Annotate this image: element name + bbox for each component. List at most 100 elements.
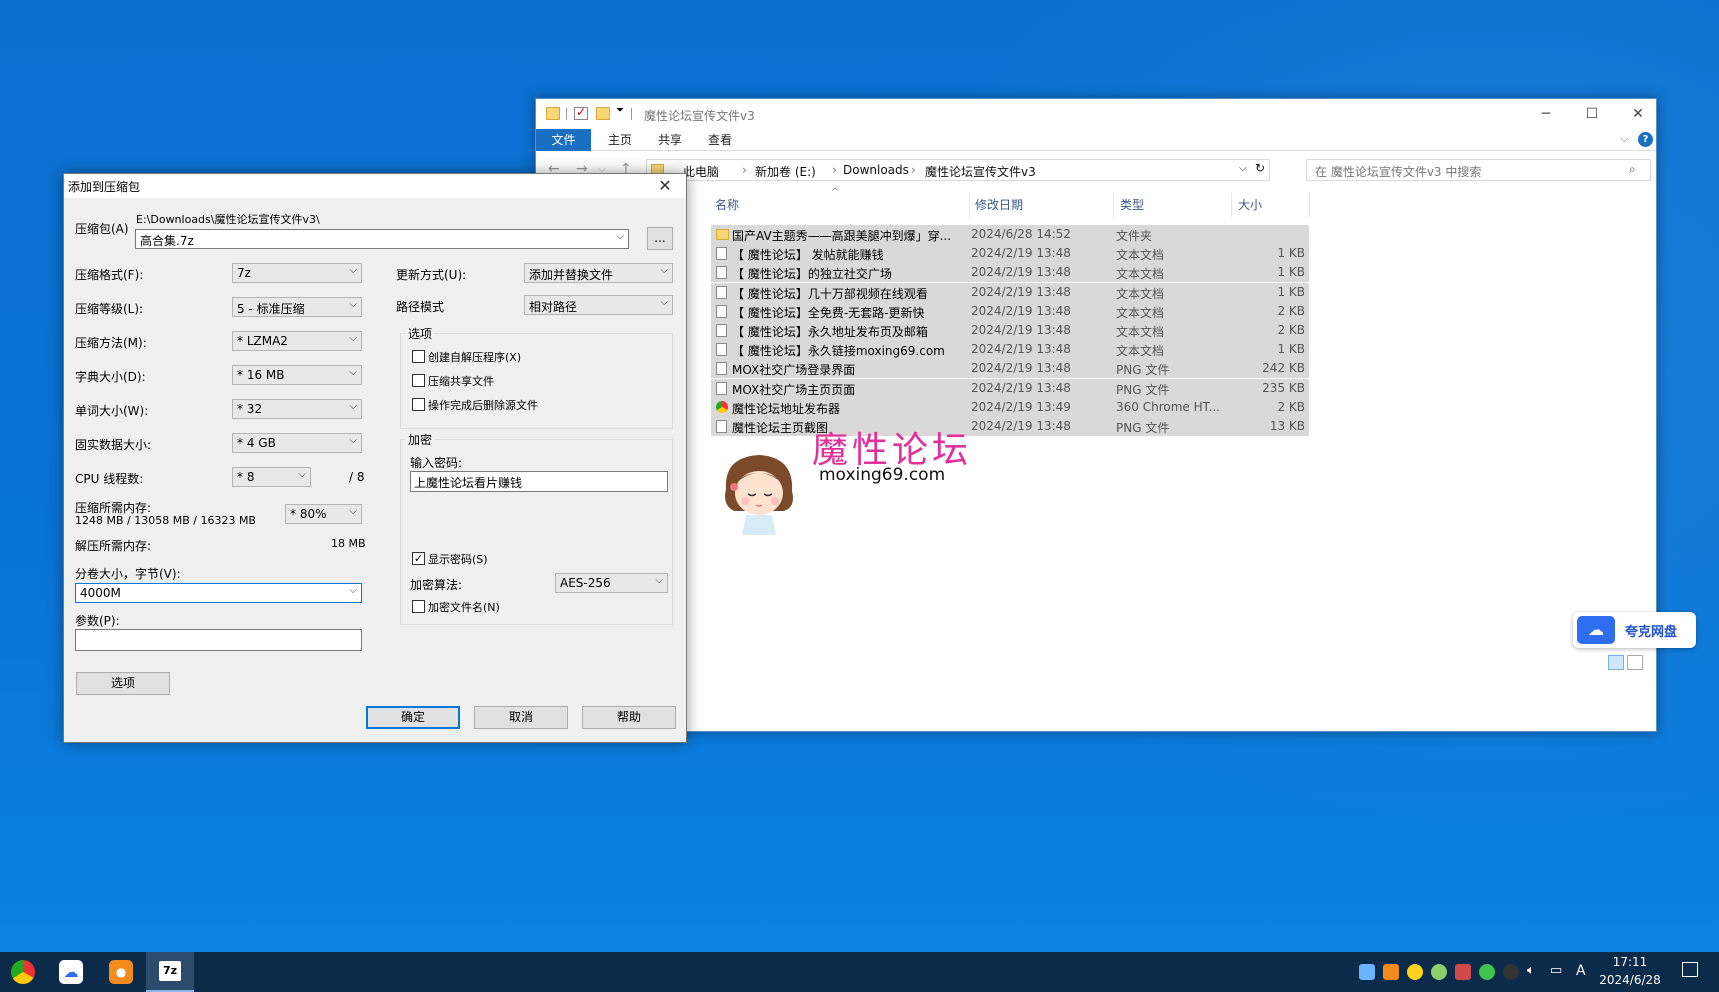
column-name[interactable]: 名称 [711, 193, 739, 217]
quark-cloud-icon[interactable]: ☁ [59, 960, 83, 984]
params-field[interactable] [75, 629, 362, 651]
file-name: 【 魔性论坛】永久地址发布页及邮箱 [732, 325, 928, 339]
large-icons-view-icon[interactable] [1627, 655, 1643, 670]
clock-date[interactable]: 2024/6/28 [1595, 973, 1665, 987]
text-file-icon [716, 304, 727, 318]
dict-select[interactable]: * 16 MB [232, 365, 362, 385]
taskbar-7zip-active[interactable]: 7z [146, 952, 194, 992]
file-row[interactable]: 【 魔性论坛】全免费-无套路-更新快 2024/2/19 13:48 文本文档 2 K… [711, 301, 1309, 321]
dialog-title: 添加到压缩包 [64, 174, 686, 198]
tray-green-icon[interactable] [1431, 964, 1447, 980]
notification-icon[interactable] [1682, 962, 1698, 977]
file-date: 2024/2/19 13:48 [971, 380, 1071, 395]
file-row[interactable]: 魔性论坛地址发布器 2024/2/19 13:49 360 Chrome HT...… [711, 397, 1309, 417]
file-date: 2024/2/19 13:48 [971, 361, 1071, 376]
expand-ribbon-icon[interactable]: ⌵ [1620, 132, 1628, 146]
file-row[interactable]: 【 魔性论坛】 发帖就能赚钱 2024/2/19 13:48 文本文档 1 KB [711, 244, 1309, 264]
wechat-icon[interactable] [1479, 964, 1495, 980]
file-row[interactable]: 国产AV主题秀——高跟美腿冲到爆」穿... 2024/6/28 14:52 文件夹 [711, 225, 1309, 244]
qq-icon[interactable] [1503, 964, 1519, 980]
column-date[interactable]: 修改日期 [971, 193, 1023, 217]
quark-netdisk-widget[interactable]: ☁ 夸克网盘 [1573, 612, 1696, 648]
shared-files-checkbox[interactable] [412, 374, 425, 387]
password-field[interactable]: 上魔性论坛看片赚钱 [410, 471, 668, 492]
refresh-icon[interactable]: ↻ [1255, 161, 1265, 175]
tray-app-icon[interactable] [1383, 964, 1399, 980]
method-select[interactable]: * LZMA2 [232, 331, 362, 351]
update-mode-select[interactable]: 添加并替换文件 [524, 263, 673, 283]
address-dropdown-icon[interactable]: ⌵ [1239, 163, 1247, 174]
minimize-button[interactable]: ─ [1523, 103, 1569, 125]
tray-cloud-icon[interactable] [1359, 964, 1375, 980]
file-row[interactable]: 魔性论坛主页截图 2024/2/19 13:48 PNG 文件 13 KB [711, 417, 1309, 436]
delete-after-checkbox[interactable] [412, 398, 425, 411]
tab-view[interactable]: 查看 [696, 129, 744, 151]
solid-select[interactable]: * 4 GB [232, 433, 362, 453]
file-date: 2024/2/19 13:48 [971, 265, 1071, 280]
file-size: 2 KB [1277, 399, 1305, 414]
show-password-checkbox[interactable]: ✓ [412, 552, 425, 565]
details-view-icon[interactable] [1608, 655, 1624, 670]
path-mode-select[interactable]: 相对路径 [524, 295, 673, 315]
add-to-archive-dialog[interactable]: 添加到压缩包 ✕ 压缩包(A) E:\Downloads\魔性论坛宣传文件v3\… [63, 173, 687, 743]
file-row[interactable]: 【 魔性论坛】几十万部视频在线观看 2024/2/19 13:48 文本文档 1 KB [711, 282, 1309, 302]
ok-button[interactable]: 确定 [366, 706, 460, 729]
file-explorer-window[interactable]: ⏷ 魔性论坛宣传文件v3 ─ ☐ ✕ 文件 主页 共享 查看 ⌵ ? ← → ⌵… [535, 98, 1657, 732]
decomp-value: 18 MB [331, 537, 366, 550]
cpu-select[interactable]: * 8 [232, 467, 311, 487]
explorer-titlebar[interactable]: ⏷ 魔性论坛宣传文件v3 ─ ☐ ✕ [536, 99, 1656, 129]
cancel-button[interactable]: 取消 [474, 706, 568, 729]
word-select[interactable]: * 32 [232, 399, 362, 419]
browser-360-icon[interactable] [11, 960, 35, 984]
enc-method-select[interactable]: AES-256 [555, 573, 668, 593]
help-icon[interactable]: ? [1638, 132, 1653, 147]
file-row[interactable]: MOX社交广场登录界面 2024/2/19 13:48 PNG 文件 242 KB [711, 359, 1309, 379]
file-row[interactable]: 【 魔性论坛】的独立社交广场 2024/2/19 13:48 文本文档 1 KB [711, 263, 1309, 283]
help-button[interactable]: 帮助 [582, 706, 676, 729]
tray-plus-icon[interactable] [1407, 964, 1423, 980]
network-icon[interactable]: ▭ [1550, 963, 1562, 978]
new-folder-icon[interactable] [596, 107, 610, 120]
format-select[interactable]: 7z [232, 263, 362, 283]
browse-button[interactable]: ... [647, 227, 673, 250]
column-type[interactable]: 类型 [1116, 193, 1144, 217]
address-bar[interactable]: 此电脑 › 新加卷 (E:) › Downloads › 魔性论坛宣传文件v3 … [646, 159, 1270, 181]
breadcrumb-drive[interactable]: 新加卷 (E:) [755, 163, 816, 180]
file-type: PNG 文件 [1116, 363, 1170, 378]
ime-indicator[interactable]: A [1576, 963, 1586, 979]
file-name: MOX社交广场主页页面 [732, 382, 856, 397]
breadcrumb-downloads[interactable]: Downloads [843, 163, 909, 177]
dialog-close-button[interactable]: ✕ [650, 174, 680, 198]
options-button[interactable]: 选项 [76, 672, 170, 695]
tray-red-icon[interactable] [1455, 964, 1471, 980]
archive-name-field[interactable]: 高合集.7z [135, 229, 629, 249]
file-date: 2024/2/19 13:48 [971, 323, 1071, 337]
mem-percent-select[interactable]: * 80% [285, 504, 362, 524]
clock-time[interactable]: 17:11 [1595, 955, 1665, 969]
search-input[interactable]: 在 魔性论坛宣传文件v3 中搜索 [1306, 159, 1651, 181]
sfx-checkbox[interactable] [412, 350, 425, 363]
folder-icon [546, 107, 560, 120]
customize-toolbar-icon[interactable]: ⏷ [616, 105, 624, 116]
tab-share[interactable]: 共享 [646, 129, 694, 151]
file-size: 242 KB [1262, 361, 1305, 376]
volume-size-field[interactable]: 4000M [75, 583, 362, 603]
file-row[interactable]: 【 魔性论坛】永久链接moxing69.com 2024/2/19 13:48 文本… [711, 340, 1309, 360]
text-file-icon [716, 285, 727, 299]
encrypt-names-checkbox[interactable] [412, 600, 425, 613]
search-icon[interactable]: ⌕ [1629, 162, 1636, 177]
column-size[interactable]: 大小 [1234, 193, 1262, 217]
breadcrumb-folder[interactable]: 魔性论坛宣传文件v3 [925, 163, 1036, 180]
file-row[interactable]: MOX社交广场主页页面 2024/2/19 13:48 PNG 文件 235 KB [711, 378, 1309, 398]
volume-icon[interactable]: 🔈︎ [1527, 963, 1535, 978]
breadcrumb-pc[interactable]: 此电脑 [683, 163, 719, 180]
file-row[interactable]: 【 魔性论坛】永久地址发布页及邮箱 2024/2/19 13:48 文本文档 2 KB [711, 321, 1309, 340]
app-orange-icon[interactable]: ● [109, 960, 133, 984]
maximize-button[interactable]: ☐ [1569, 103, 1615, 125]
tab-file[interactable]: 文件 [536, 129, 591, 151]
tab-home[interactable]: 主页 [596, 129, 644, 151]
properties-icon[interactable] [574, 105, 588, 120]
close-button[interactable]: ✕ [1615, 103, 1661, 125]
cpu-max: / 8 [349, 470, 365, 484]
level-select[interactable]: 5 - 标准压缩 [232, 297, 362, 317]
